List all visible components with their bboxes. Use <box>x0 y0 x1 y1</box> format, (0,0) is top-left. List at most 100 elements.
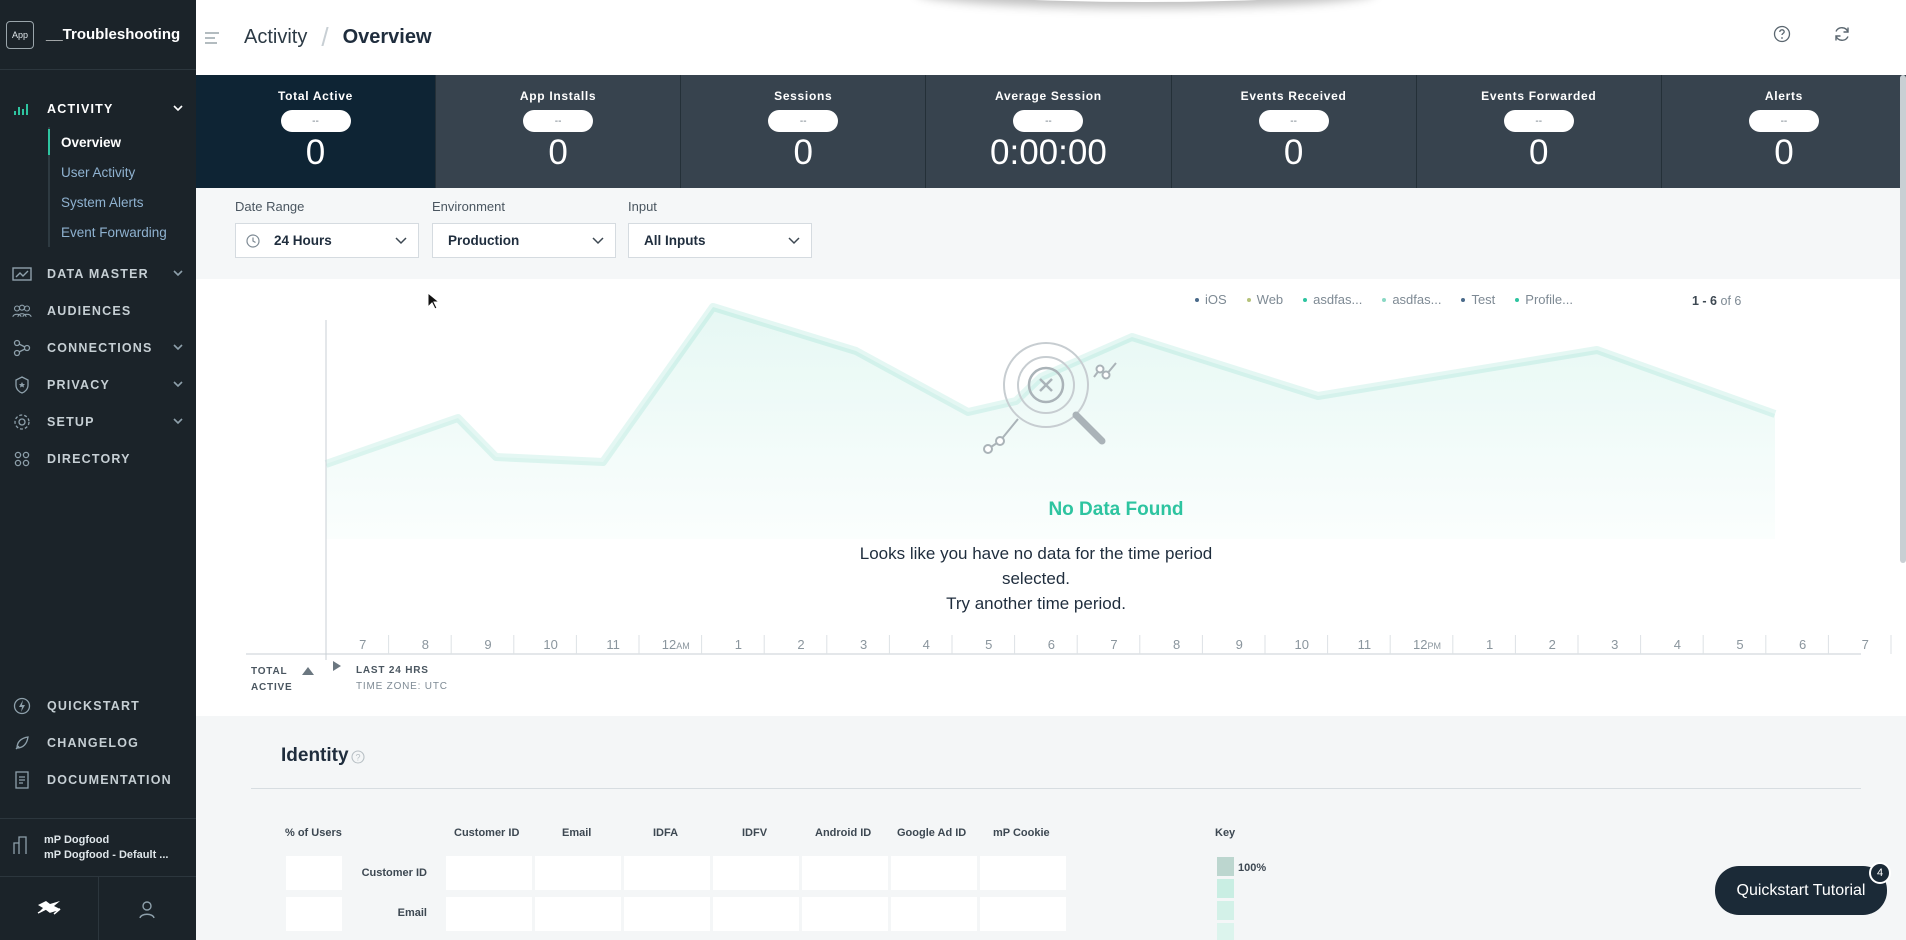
menu-icon[interactable] <box>204 31 220 44</box>
stat-alerts[interactable]: Alerts -- 0 <box>1660 75 1906 188</box>
stat-events-forwarded[interactable]: Events Forwarded -- 0 <box>1415 75 1661 188</box>
environment-value: Production <box>448 233 520 248</box>
pct-cell <box>286 897 342 931</box>
nav-data-master[interactable]: DATA MASTER <box>0 255 196 292</box>
empty-state-title: No Data Found <box>1048 499 1184 520</box>
sort-up-icon[interactable] <box>302 667 314 675</box>
date-range-value: 24 Hours <box>274 233 332 248</box>
mouse-cursor-icon <box>427 292 439 310</box>
user-profile-button[interactable] <box>97 877 197 940</box>
page-scrollbar[interactable] <box>1900 75 1906 563</box>
x-tick-label: 11 <box>1358 637 1372 652</box>
nav-directory[interactable]: DIRECTORY <box>0 440 196 477</box>
stat-app-installs[interactable]: App Installs -- 0 <box>435 75 680 188</box>
col-header: Customer ID <box>454 827 520 839</box>
range-label: LAST 24 HRS <box>356 665 429 676</box>
nav-activity-label: ACTIVITY <box>47 101 114 116</box>
legend-item[interactable]: asdfas... <box>1303 292 1362 307</box>
audiences-icon <box>12 301 32 321</box>
breadcrumb-section[interactable]: Activity <box>244 26 307 49</box>
refresh-icon[interactable] <box>1833 25 1851 43</box>
subnav-user-activity[interactable]: User Activity <box>50 157 196 187</box>
nav-quickstart-label: QUICKSTART <box>47 698 141 713</box>
chevron-down-icon <box>395 237 407 245</box>
data-master-icon <box>12 264 32 284</box>
pager-range: 1 - 6 <box>1692 294 1718 308</box>
stat-total-active[interactable]: Total Active -- 0 <box>196 75 435 188</box>
nav-activity[interactable]: ACTIVITY <box>0 90 196 127</box>
org-name: mP Dogfood <box>44 833 110 846</box>
workspace-name[interactable]: __Troubleshooting <box>46 26 180 43</box>
nav-privacy[interactable]: PRIVACY <box>0 366 196 403</box>
date-range-filter: Date Range 24 Hours <box>235 199 419 258</box>
legend-item[interactable]: Web <box>1246 292 1283 307</box>
main-nav: ACTIVITY Overview User Activity System A… <box>0 90 196 477</box>
nav-setup[interactable]: SETUP <box>0 403 196 440</box>
col-header: mP Cookie <box>993 827 1050 839</box>
chevron-down-icon[interactable] <box>172 267 184 279</box>
col-header: Android ID <box>815 827 872 839</box>
chevron-down-icon[interactable] <box>172 378 184 390</box>
legend-dot <box>1246 297 1251 302</box>
nav-quickstart[interactable]: QUICKSTART <box>0 687 196 724</box>
top-header: Activity / Overview <box>196 0 1906 75</box>
quickstart-tutorial-button[interactable]: Quickstart Tutorial 4 <box>1715 862 1891 915</box>
legend-label: asdfas... <box>1392 292 1442 307</box>
key-swatch <box>1217 857 1234 876</box>
environment-select[interactable]: Production <box>432 223 616 258</box>
legend-label: Test <box>1471 292 1496 307</box>
org-switcher[interactable]: mP Dogfood mP Dogfood - Default ... <box>0 818 196 876</box>
col-header: IDFV <box>742 827 768 839</box>
expand-play-icon[interactable] <box>333 661 341 671</box>
input-select[interactable]: All Inputs <box>628 223 812 258</box>
matrix-cell <box>535 856 621 890</box>
chevron-down-icon[interactable] <box>172 341 184 353</box>
identity-divider <box>251 788 1861 789</box>
legend-item[interactable]: Test <box>1461 292 1495 307</box>
x-tick-label: 9 <box>1236 637 1243 652</box>
legend-dot <box>1195 297 1199 302</box>
stat-average-session[interactable]: Average Session -- 0:00:00 <box>925 75 1170 188</box>
chevron-up-icon[interactable] <box>172 102 184 114</box>
activity-chart: 7 8 9 10 11 12AM 1 2 3 4 5 6 7 8 9 10 11 12PM 1 2 3 4 5 6 7 iOS … <box>196 279 1906 716</box>
legend-pager[interactable]: 1 - 6 of 6 <box>1692 294 1741 308</box>
stat-events-received[interactable]: Events Received -- 0 <box>1170 75 1416 188</box>
subnav-system-alerts[interactable]: System Alerts <box>50 187 196 217</box>
date-range-select[interactable]: 24 Hours <box>235 223 419 258</box>
chevron-down-icon[interactable] <box>172 415 184 427</box>
matrix-cell <box>802 897 888 931</box>
lightning-icon <box>12 696 32 716</box>
nav-connections[interactable]: CONNECTIONS <box>0 329 196 366</box>
legend-item[interactable]: asdfas... <box>1382 292 1441 307</box>
nav-documentation[interactable]: DOCUMENTATION <box>0 761 196 798</box>
stat-value: 0 <box>793 133 813 172</box>
workspace-header[interactable]: App __Troubleshooting <box>0 0 196 70</box>
empty-state-message: Looks like you have no data for the time… <box>826 541 1246 616</box>
x-tick-label: 8 <box>1173 637 1180 652</box>
x-tick-label: 4 <box>1674 637 1681 652</box>
stat-label: App Installs <box>519 89 597 103</box>
svg-text:?: ? <box>355 753 360 763</box>
stat-sessions[interactable]: Sessions -- 0 <box>680 75 925 188</box>
matrix-cell <box>891 897 977 931</box>
total-active-axis-label[interactable]: TOTAL ACTIVE <box>251 664 292 696</box>
nav-data-master-label: DATA MASTER <box>47 266 149 281</box>
legend-item[interactable]: Profile... <box>1515 292 1573 307</box>
nav-audiences-label: AUDIENCES <box>47 303 132 318</box>
mparticle-logo[interactable] <box>0 877 98 940</box>
stat-value: 0 <box>1283 133 1304 172</box>
nav-directory-label: DIRECTORY <box>47 451 131 466</box>
nav-changelog[interactable]: CHANGELOG <box>0 724 196 761</box>
subnav-overview[interactable]: Overview <box>48 127 196 157</box>
help-icon[interactable]: ? <box>351 750 365 764</box>
x-tick-label: 5 <box>985 637 992 652</box>
help-icon[interactable] <box>1773 25 1791 43</box>
x-tick-label: 5 <box>1736 637 1743 652</box>
matrix-cell <box>535 897 621 931</box>
legend-item[interactable]: iOS <box>1195 292 1227 307</box>
sidebar-footer <box>0 876 196 940</box>
subnav-event-forwarding[interactable]: Event Forwarding <box>50 217 196 247</box>
nav-audiences[interactable]: AUDIENCES <box>0 292 196 329</box>
stat-label: Events Forwarded <box>1481 89 1597 103</box>
empty-state-line-2: Try another time period. <box>946 594 1126 613</box>
